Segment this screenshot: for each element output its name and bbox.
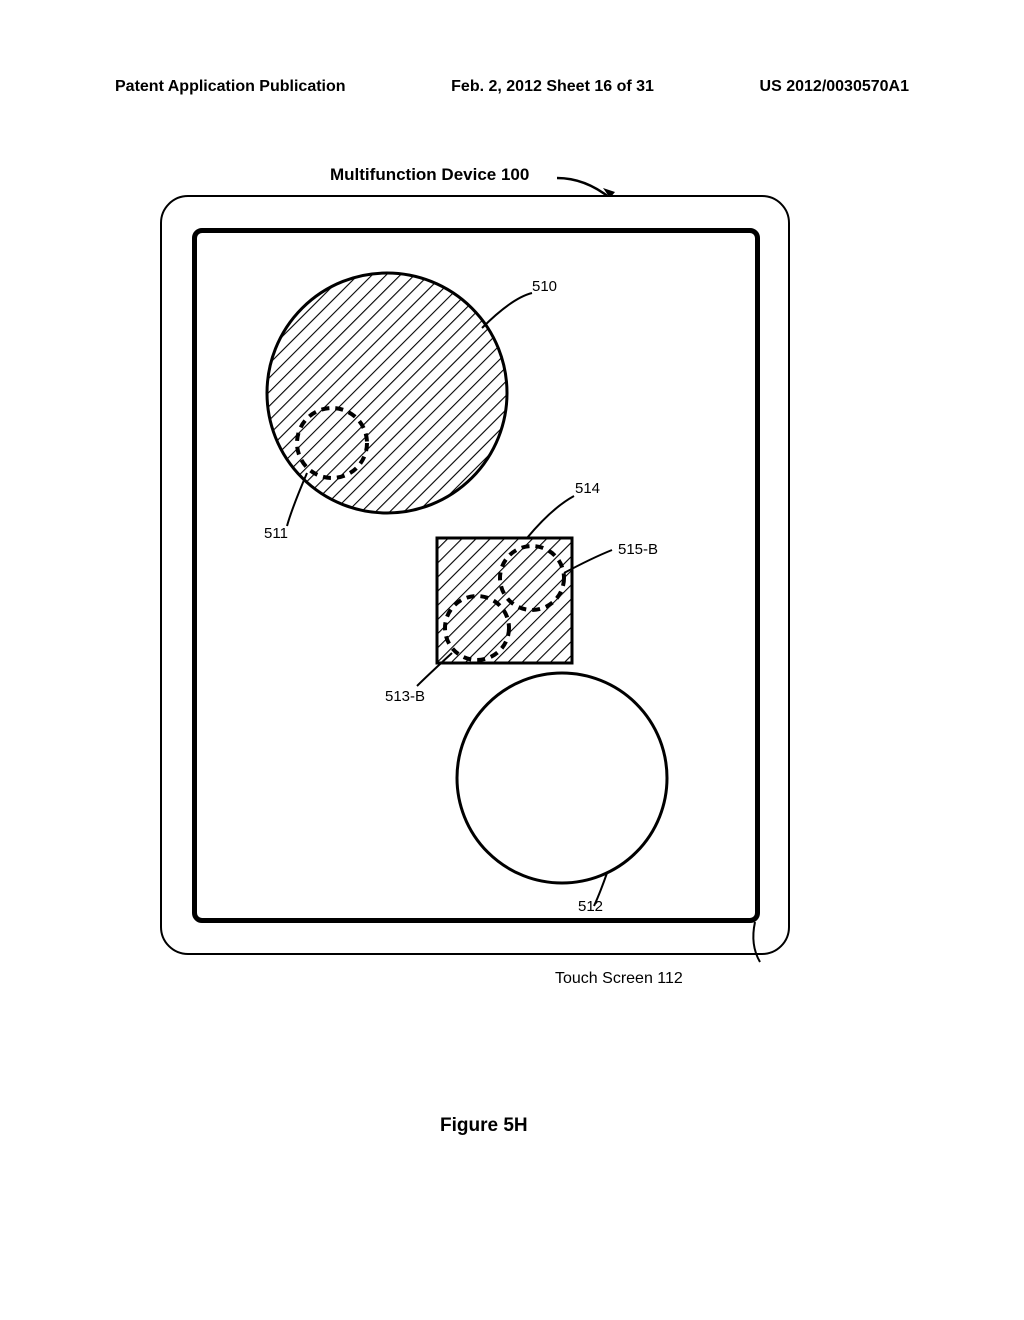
ref-511: 511 [264,525,288,542]
leader-514 [527,496,574,538]
diagram-canvas [192,228,760,923]
shape-510 [267,273,507,513]
ref-514: 514 [575,480,600,497]
figure-label: Figure 5H [440,1115,528,1137]
leader-513b [417,653,452,686]
leader-511 [287,473,307,526]
ref-515b: 515-B [618,541,658,558]
ref-510: 510 [532,278,557,295]
header-right: US 2012/0030570A1 [760,78,909,96]
leader-510 [482,293,532,328]
ref-512: 512 [578,898,603,915]
touch-screen-label: Touch Screen 112 [555,970,683,988]
ref-513b: 513-B [385,688,425,705]
touch-screen-leader [745,920,805,975]
header-center: Feb. 2, 2012 Sheet 16 of 31 [451,78,654,96]
page-header: Patent Application Publication Feb. 2, 2… [0,78,1024,96]
header-left: Patent Application Publication [115,78,346,96]
shape-512 [457,673,667,883]
device-title: Multifunction Device 100 [330,165,529,185]
